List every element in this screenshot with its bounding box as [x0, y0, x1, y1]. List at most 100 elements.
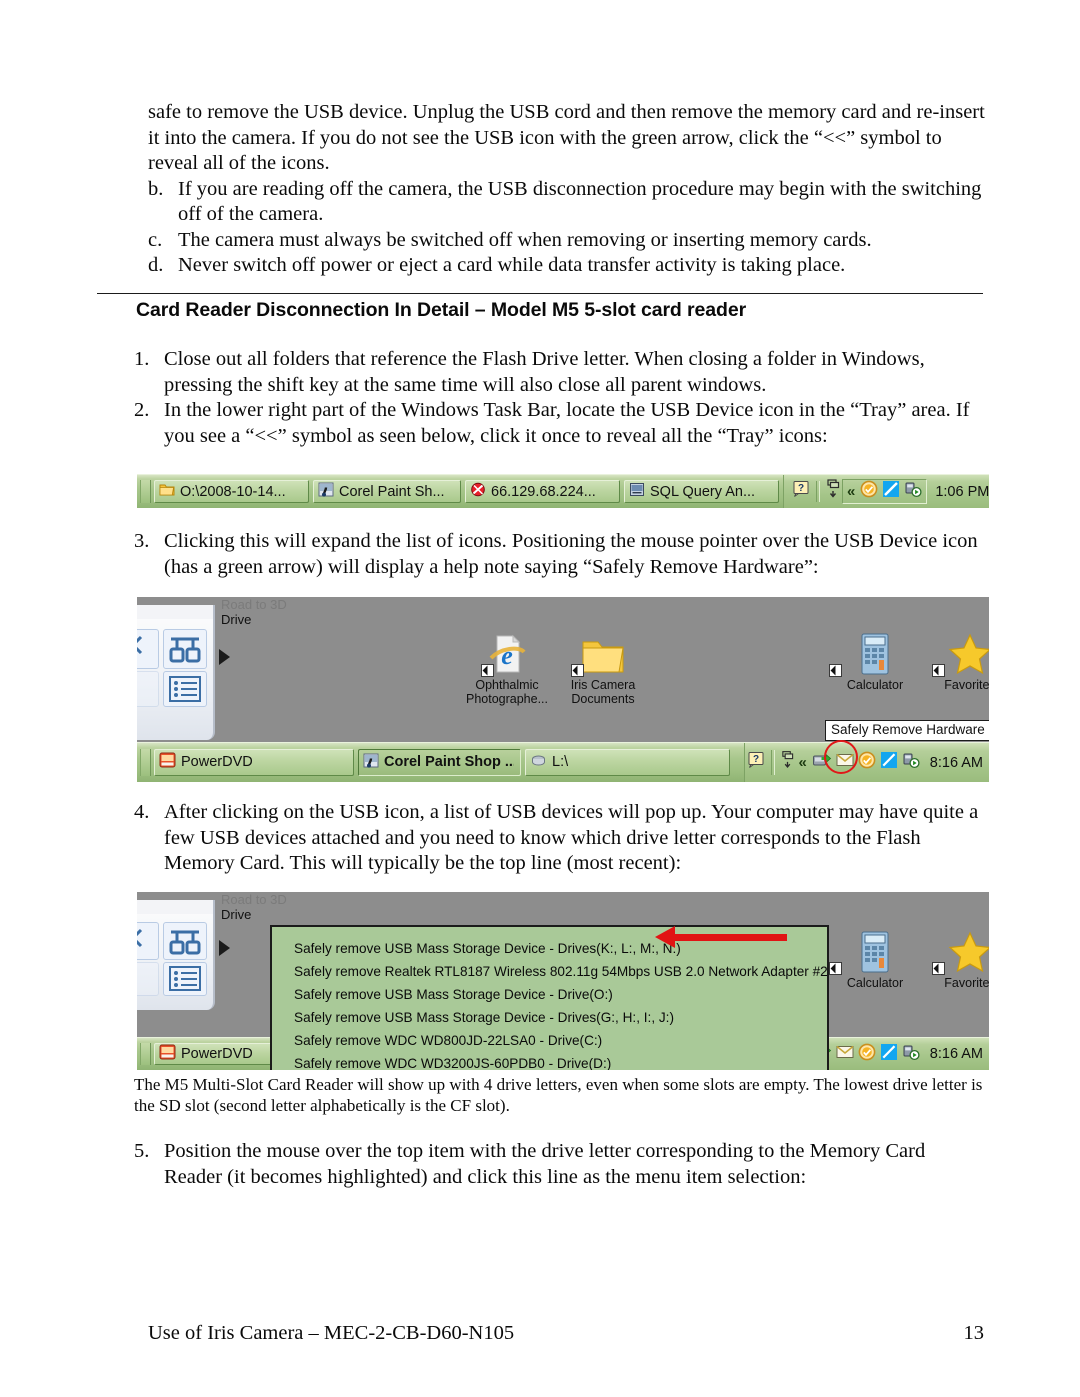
tray-clock[interactable]: 8:16 AM — [930, 755, 983, 771]
taskbar-button-label: O:\2008-10-14... — [180, 483, 286, 500]
mail-icon[interactable] — [836, 1045, 854, 1064]
desktop-icon-ophthalmic-photographer[interactable]: e Ophthalmic Photographe... — [459, 630, 555, 706]
help-balloon-icon[interactable]: ? — [747, 751, 765, 774]
step-4-marker: 4. — [134, 801, 150, 823]
network-stack-icon[interactable] — [781, 750, 794, 775]
antivirus-shield-icon[interactable] — [860, 480, 878, 503]
taskbar-button-label: SQL Query An... — [650, 483, 756, 500]
step-3-marker: 3. — [134, 530, 150, 552]
screenshot-tooltip-safely-remove: Road to 3D Drive e Ophthalmic Photograph… — [137, 597, 989, 782]
taskbar-button[interactable]: Corel Paint Sh... — [313, 480, 461, 503]
taskbar-button[interactable]: PowerDVD — [154, 749, 354, 776]
favorites-star-shortcut-icon — [922, 630, 989, 677]
desktop-icon-label-line2: Photographe... — [465, 692, 548, 706]
system-tray[interactable]: ? « — [744, 743, 989, 782]
safely-remove-hardware-menu[interactable]: Safely remove USB Mass Storage Device - … — [270, 925, 829, 1070]
list-item: 3. Clicking this will expand the list of… — [134, 529, 988, 580]
taskbar-button-active[interactable]: Corel Paint Shop ... — [358, 749, 521, 776]
volume-speaker-icon[interactable] — [902, 751, 920, 774]
menu-item[interactable]: Safely remove USB Mass Storage Device - … — [272, 983, 827, 1006]
desktop-icon-label-line2: Documents — [571, 692, 635, 706]
step-4: 4. After clicking on the USB icon, a lis… — [134, 800, 988, 877]
antivirus-shield-icon[interactable] — [858, 1043, 876, 1066]
shortcut-overlay-icon — [829, 962, 842, 975]
taskbar-button-label: PowerDVD — [181, 754, 253, 771]
taskbar-button-label: L:\ — [552, 754, 569, 771]
step-2-marker: 2. — [134, 399, 150, 421]
display-icon[interactable] — [880, 751, 898, 774]
step-2-text: In the lower right part of the Windows T… — [164, 399, 970, 447]
shortcut-overlay-icon — [571, 664, 584, 677]
menu-item[interactable]: Safely remove WDC WD3200JS-60PDB0 - Driv… — [272, 1052, 827, 1071]
window-fragment — [137, 605, 215, 740]
list-item: d. Never switch off power or eject a car… — [148, 253, 988, 279]
window-titlebar-strip — [137, 900, 213, 914]
document-page: safe to remove the USB device. Unplug th… — [0, 0, 1080, 1397]
window-fragment-caption-line2: Drive — [221, 612, 252, 627]
window-fragment — [137, 900, 215, 1010]
page-footer: Use of Iris Camera – MEC-2-CB-D60-N105 1… — [148, 1322, 984, 1345]
help-balloon-icon[interactable]: ? — [792, 480, 810, 503]
chevron-expand-icon[interactable]: « — [798, 755, 806, 770]
red-highlight-ellipse — [824, 740, 858, 774]
powerdvd-icon — [159, 1044, 176, 1064]
section-heading: Card Reader Disconnection In Detail – Mo… — [136, 299, 747, 321]
tray-expand-group[interactable]: « — [842, 479, 928, 504]
menu-item[interactable]: Safely remove WDC WD800JD-22LSA0 - Drive… — [272, 1029, 827, 1052]
desktop-icon-label-line1: Calculator — [846, 976, 904, 990]
toolbar-tile-disabled — [137, 962, 159, 996]
list-item: b. If you are reading off the camera, th… — [148, 177, 988, 228]
menu-item[interactable]: Safely remove USB Mass Storage Device - … — [272, 1006, 827, 1029]
window-titlebar-strip — [137, 605, 213, 619]
list-item: safe to remove the USB device. Unplug th… — [148, 100, 988, 177]
desktop-icon-label-line1: Favorites — [944, 976, 989, 990]
network-stack-icon[interactable] — [826, 479, 840, 504]
windows-taskbar[interactable]: O:\2008-10-14... Corel Paint Sh... 66.12… — [137, 474, 989, 508]
desktop-icon-calculator[interactable]: Calculator — [827, 630, 923, 692]
list-marker: b. — [148, 177, 164, 200]
intro-item-d-text: Never switch off power or eject a card w… — [178, 254, 846, 276]
corel-paint-shop-icon — [318, 482, 334, 501]
window-fragment-caption-line1: Road to 3D — [221, 597, 287, 612]
windows-taskbar[interactable]: PowerDVD Corel Paint Shop ... L:\ ? « 8:… — [137, 742, 989, 782]
section-divider — [97, 293, 983, 294]
taskbar-button-label: PowerDVD — [181, 1046, 253, 1062]
volume-speaker-icon[interactable] — [902, 1043, 920, 1066]
taskbar-button-label: Corel Paint Sh... — [339, 483, 445, 500]
sql-query-analyzer-icon — [629, 482, 645, 501]
desktop-icon-favorites[interactable]: Favorites — [922, 928, 989, 990]
system-tray[interactable]: ? « — [783, 475, 989, 508]
internet-explorer-shortcut-icon: e — [459, 630, 555, 677]
window-fragment-caption: Road to 3D Drive — [221, 892, 287, 922]
arrow-shaft — [673, 933, 787, 941]
desktop-icon-iris-camera-documents[interactable]: Iris Camera Documents — [555, 630, 651, 706]
desktop-icon-favorites[interactable]: Favorites — [922, 630, 989, 692]
intro-item-b-text: If you are reading off the camera, the U… — [178, 177, 982, 226]
antivirus-shield-icon[interactable] — [858, 751, 876, 774]
menu-item[interactable]: Safely remove Realtek RTL8187 Wireless 8… — [272, 960, 828, 983]
desktop-icon-label-line1: Favorites — [944, 678, 989, 692]
quick-launch-stub — [140, 1043, 151, 1065]
tray-clock[interactable]: 8:16 AM — [930, 1046, 983, 1062]
volume-speaker-icon[interactable] — [904, 480, 922, 503]
intro-item-a-text: safe to remove the USB device. Unplug th… — [148, 101, 985, 174]
desktop-icon-label-line1: Ophthalmic — [475, 678, 539, 692]
folder-shortcut-icon — [555, 630, 651, 677]
taskbar-button[interactable]: L:\ — [525, 749, 730, 776]
chevron-expand-icon[interactable]: « — [847, 484, 855, 499]
desktop-icon-label-line1: Calculator — [846, 678, 904, 692]
display-icon[interactable] — [882, 480, 900, 503]
taskbar-button[interactable]: O:\2008-10-14... — [154, 480, 309, 503]
toolbar-tile-list — [163, 671, 207, 707]
shortcut-overlay-icon — [932, 962, 945, 975]
note-paragraph: The M5 Multi-Slot Card Reader will show … — [134, 1075, 983, 1115]
display-icon[interactable] — [880, 1043, 898, 1066]
taskbar-button[interactable]: 66.129.68.224... — [465, 480, 620, 503]
desktop-icon-calculator[interactable]: Calculator — [827, 928, 923, 990]
list-marker: c. — [148, 228, 163, 251]
tray-clock[interactable]: 1:06 PM — [935, 484, 989, 500]
calculator-shortcut-icon — [827, 928, 923, 975]
tray-separator — [771, 750, 776, 775]
play-triangle-icon — [219, 940, 230, 956]
taskbar-button[interactable]: SQL Query An... — [624, 480, 779, 503]
